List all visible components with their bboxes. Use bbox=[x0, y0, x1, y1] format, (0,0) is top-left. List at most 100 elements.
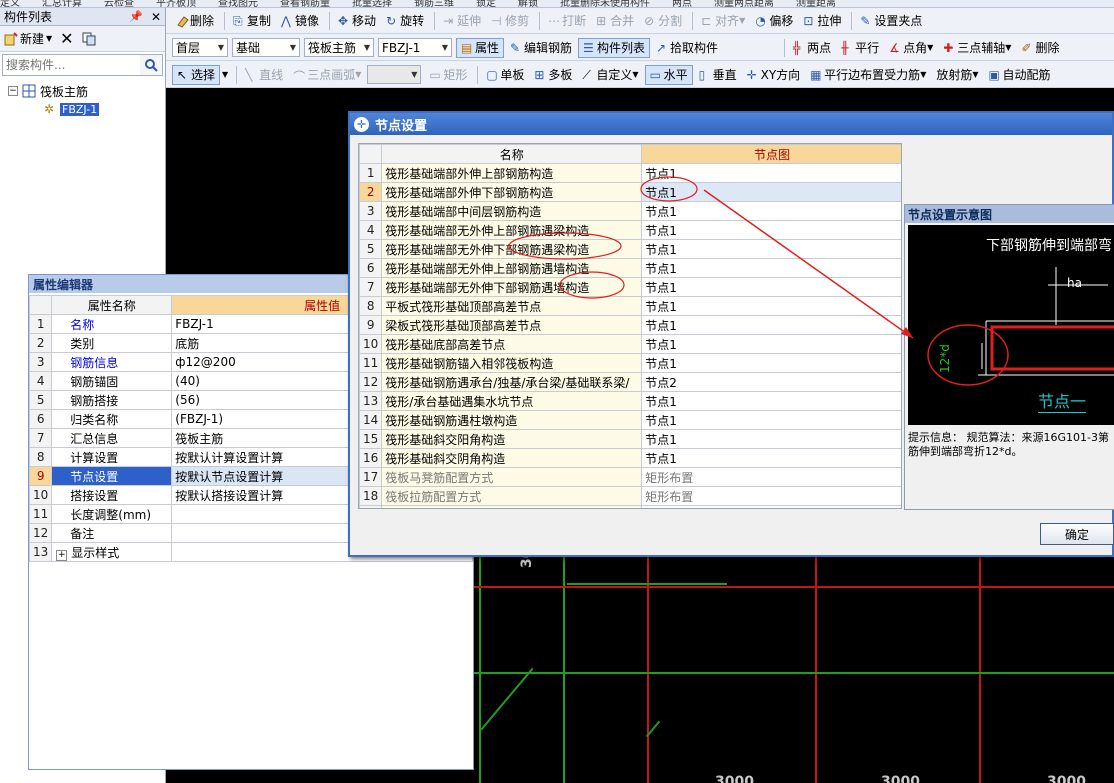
top-strip-item[interactable]: 查找图元 bbox=[218, 0, 258, 7]
draw-mode-select[interactable]: ▼ bbox=[367, 65, 422, 84]
search-button[interactable] bbox=[140, 55, 162, 75]
component-select[interactable]: FBZJ-1 ▼ bbox=[378, 38, 452, 57]
top-strip-item[interactable]: 平齐板顶 bbox=[156, 0, 196, 7]
search-input[interactable] bbox=[3, 55, 140, 75]
top-strip-item[interactable]: 汇总计算 bbox=[42, 0, 82, 7]
node-row[interactable]: 14 筏形基础钢筋遇柱墩构造 节点1 bbox=[359, 410, 901, 430]
multi-slab-button[interactable]: ⊞ 多板 bbox=[530, 65, 576, 85]
chevron-down-icon[interactable]: ▼ bbox=[222, 70, 228, 79]
node-row[interactable]: 7 筏形基础端部无外伸下部钢筋遇墙构造 节点1 bbox=[359, 277, 901, 297]
vertical-button[interactable]: ▯ 垂直 bbox=[695, 65, 741, 85]
node-value[interactable]: 节点1 bbox=[641, 429, 901, 449]
copy-button[interactable]: ⎘ 复制 bbox=[229, 11, 275, 31]
stretch-button[interactable]: ⊡ 拉伸 bbox=[799, 11, 845, 31]
node-row[interactable]: 13 筏形/承台基础遇集水坑节点 节点1 bbox=[359, 391, 901, 411]
top-strip-item[interactable]: 定义 bbox=[0, 0, 20, 7]
extend-button[interactable]: ⇥ 延伸 bbox=[439, 11, 485, 31]
node-value[interactable]: 矩形布置 bbox=[641, 486, 901, 506]
collapse-icon[interactable]: − bbox=[8, 86, 18, 96]
node-row[interactable]: 1 筏形基础端部外伸上部钢筋构造 节点1 bbox=[359, 163, 901, 183]
properties-button[interactable]: ▤ 属性 bbox=[456, 37, 505, 58]
node-row[interactable]: 11 筏形基础钢筋锚入相邻筏板构造 节点1 bbox=[359, 353, 901, 373]
node-row[interactable]: 8 平板式筏形基础顶部高差节点 节点1 bbox=[359, 296, 901, 316]
ok-button[interactable]: 确定 bbox=[1040, 523, 1114, 545]
floor-select[interactable]: 首层 ▼ bbox=[172, 38, 228, 57]
node-value[interactable]: 节点1 bbox=[641, 258, 901, 278]
node-value[interactable]: 节点1 bbox=[641, 410, 901, 430]
node-value[interactable]: 节点1 bbox=[641, 163, 901, 183]
node-row[interactable]: 10 筏形基础底部高差节点 节点1 bbox=[359, 334, 901, 354]
top-strip-item[interactable]: 锁定 bbox=[476, 0, 496, 7]
node-value[interactable]: 节点1 bbox=[641, 391, 901, 411]
top-strip-item[interactable]: 解锁 bbox=[518, 0, 538, 7]
top-strip-item[interactable]: 批量选择 bbox=[352, 0, 392, 7]
tree-item-root[interactable]: − 筏板主筋 bbox=[0, 82, 165, 100]
node-value[interactable]: 节点1 bbox=[641, 353, 901, 373]
rotate-button[interactable]: ↻ 旋转 bbox=[382, 11, 428, 31]
top-strip-item[interactable]: 两点 bbox=[672, 0, 692, 7]
trim-button[interactable]: ⊣ 修剪 bbox=[487, 11, 533, 31]
radial-button[interactable]: 放射筋 ▼ bbox=[932, 65, 982, 85]
node-row[interactable]: 18 筏板拉筋配置方式 矩形布置 bbox=[359, 486, 901, 506]
node-row[interactable]: 6 筏形基础端部无外伸上部钢筋遇墙构造 节点1 bbox=[359, 258, 901, 278]
node-row[interactable]: 9 梁板式筏形基础顶部高差节点 节点1 bbox=[359, 315, 901, 335]
pin-icon[interactable]: 📌 bbox=[129, 10, 143, 23]
single-slab-button[interactable]: ▢ 单板 bbox=[482, 65, 528, 85]
node-row[interactable]: 4 筏形基础端部无外伸上部钢筋遇梁构造 节点1 bbox=[359, 220, 901, 240]
expand-icon[interactable]: + bbox=[56, 549, 68, 561]
mirror-button[interactable]: ⋀ 镜像 bbox=[277, 11, 323, 31]
type-select[interactable]: 筏板主筋 ▼ bbox=[304, 38, 374, 57]
node-row[interactable]: 5 筏形基础端部无外伸下部钢筋遇梁构造 节点1 bbox=[359, 239, 901, 259]
node-row[interactable]: 3 筏形基础端部中间层钢筋构造 节点1 bbox=[359, 201, 901, 221]
delete-axis-button[interactable]: ✐ 删除 bbox=[1017, 38, 1063, 58]
custom-button[interactable]: ⟋ 自定义 ▼ bbox=[578, 65, 642, 85]
category-select[interactable]: 基础 ▼ bbox=[232, 38, 300, 57]
node-value[interactable]: 节点1 bbox=[641, 182, 901, 202]
point-angle-button[interactable]: ∡ 点角 ▼ bbox=[885, 38, 937, 58]
edit-rebar-button[interactable]: ✎ 编辑钢筋 bbox=[506, 38, 576, 58]
horizontal-button[interactable]: ▭ 水平 bbox=[644, 64, 693, 85]
split-button[interactable]: ⊘ 分割 bbox=[640, 11, 686, 31]
pick-component-button[interactable]: ↗ 拾取构件 bbox=[652, 38, 722, 58]
align-button[interactable]: ⊏ 对齐 ▼ bbox=[697, 11, 749, 31]
node-value[interactable]: 节点1 bbox=[641, 277, 901, 297]
auto-rebar-button[interactable]: ▣ 自动配筋 bbox=[985, 65, 1055, 85]
arc-button[interactable]: ⌒ 三点画弧 ▼ bbox=[289, 65, 365, 85]
break-button[interactable]: ⋯ 打断 bbox=[544, 11, 590, 31]
two-points-button[interactable]: ╬ 两点 bbox=[789, 38, 835, 58]
node-value[interactable]: 节点1 bbox=[641, 315, 901, 335]
copy-icon[interactable] bbox=[82, 32, 96, 46]
offset-button[interactable]: ◔ 偏移 bbox=[751, 11, 797, 31]
xy-direction-button[interactable]: ✛ XY方向 bbox=[743, 65, 805, 85]
node-value[interactable]: 节点1 bbox=[641, 448, 901, 468]
top-strip-item[interactable]: 钢筋三维 bbox=[414, 0, 454, 7]
parallel-button[interactable]: ╫ 平行 bbox=[837, 38, 883, 58]
node-value[interactable]: 节点1 bbox=[641, 334, 901, 354]
top-strip-item[interactable]: 测量距离 bbox=[796, 0, 836, 7]
top-strip-item[interactable]: 测量两点距离 bbox=[714, 0, 774, 7]
line-button[interactable]: ╲ 直线 bbox=[241, 65, 287, 85]
close-icon[interactable]: ✕ bbox=[151, 10, 161, 24]
top-strip-item[interactable]: 云检查 bbox=[104, 0, 134, 7]
top-strip-item[interactable]: 查看钢筋量 bbox=[280, 0, 330, 7]
node-value[interactable]: 节点1 bbox=[641, 220, 901, 240]
node-row[interactable]: 12 筏形基础钢筋遇承台/独基/承台梁/基础联系梁/节点2 bbox=[359, 372, 901, 392]
node-value[interactable]: 节点1 bbox=[641, 296, 901, 316]
delete-icon[interactable]: ✕ bbox=[60, 29, 73, 48]
merge-button[interactable]: ⊞ 合并 bbox=[592, 11, 638, 31]
set-grip-button[interactable]: ✎ 设置夹点 bbox=[856, 11, 926, 31]
component-list-button[interactable]: ☰ 构件列表 bbox=[578, 37, 651, 58]
node-value[interactable]: 矩形布置 bbox=[641, 467, 901, 487]
node-row[interactable]: 16 筏形基础斜交阴角构造 节点1 bbox=[359, 448, 901, 468]
three-point-axis-button[interactable]: ✚ 三点辅轴 ▼ bbox=[939, 38, 1015, 58]
node-value[interactable]: 节点1 bbox=[641, 239, 901, 259]
node-row[interactable]: 17 筏板马凳筋配置方式 矩形布置 bbox=[359, 467, 901, 487]
node-row[interactable]: 15 筏形基础斜交阳角构造 节点1 bbox=[359, 429, 901, 449]
node-value[interactable]: 节点2 bbox=[641, 372, 901, 392]
parallel-edge-button[interactable]: ▦ 平行边布置受力筋 ▼ bbox=[806, 65, 930, 85]
move-button[interactable]: ✥ 移动 bbox=[334, 11, 380, 31]
new-button[interactable]: 新建 ▼ bbox=[4, 30, 52, 47]
node-value[interactable]: 节点1 bbox=[641, 201, 901, 221]
delete-button[interactable]: 删除 bbox=[172, 11, 218, 31]
tree-item-fbzj1[interactable]: ✲ FBZJ-1 bbox=[0, 100, 165, 118]
